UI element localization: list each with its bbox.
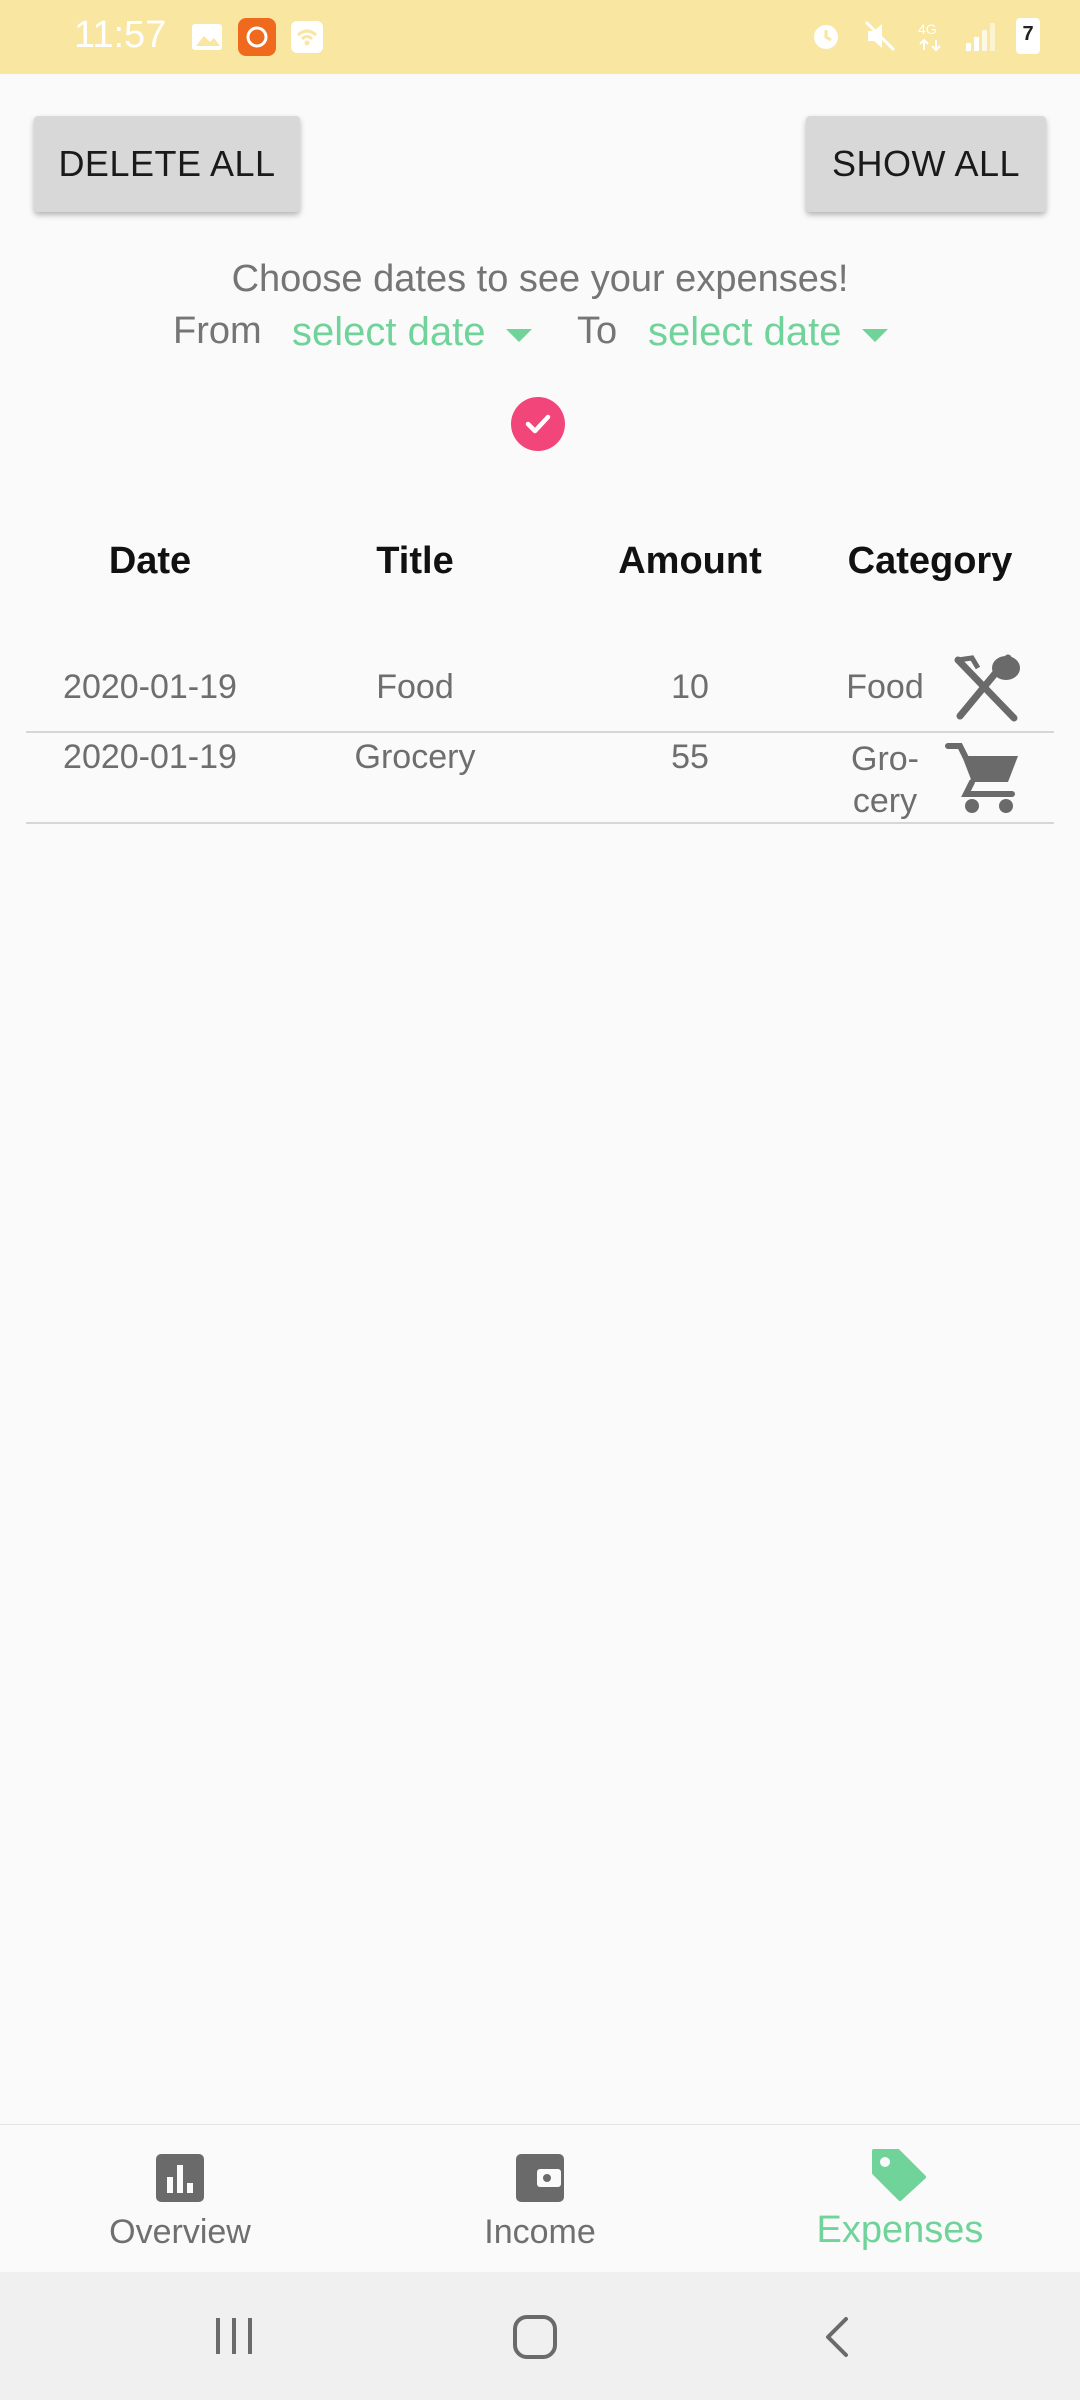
- fork-spoon-icon: [954, 654, 1020, 722]
- wifi-icon: [291, 21, 323, 53]
- chevron-down-icon: [506, 329, 532, 342]
- tag-icon: [872, 2149, 926, 2201]
- from-date-value: select date: [292, 310, 486, 354]
- nav-label-overview: Overview: [109, 2213, 251, 2251]
- wallet-icon: [516, 2154, 564, 2202]
- status-time: 11:57: [74, 14, 167, 56]
- row-category-line2: cery: [852, 782, 918, 820]
- show-all-button[interactable]: SHOW ALL: [806, 116, 1046, 212]
- system-navigation-bar: [0, 2272, 1080, 2400]
- shopping-cart-icon: [945, 743, 1018, 813]
- alarm-icon: [814, 25, 838, 49]
- row-date: 2020-01-19: [63, 668, 237, 706]
- bottom-navigation: Overview Income Expenses: [0, 2124, 1080, 2273]
- row-divider: [26, 731, 1054, 733]
- from-label: From: [173, 310, 262, 352]
- chevron-down-icon: [862, 329, 888, 342]
- svg-text:4G: 4G: [918, 21, 937, 37]
- from-date-dropdown[interactable]: select date: [290, 310, 540, 370]
- image-icon: [192, 24, 222, 50]
- to-date-value: select date: [648, 310, 842, 354]
- battery-icon: 7: [1016, 18, 1040, 54]
- date-filter-prompt: Choose dates to see your expenses!: [231, 258, 849, 300]
- status-bar: 11:57 4G 7: [0, 0, 1080, 74]
- row-title: Grocery: [354, 738, 476, 776]
- row-amount: 55: [671, 738, 709, 776]
- column-header-date: Date: [108, 540, 192, 582]
- delete-all-button[interactable]: DELETE ALL: [34, 116, 300, 212]
- back-icon[interactable]: [820, 2316, 854, 2358]
- row-category: Gro- cery: [830, 738, 940, 822]
- to-date-dropdown[interactable]: select date: [646, 310, 896, 370]
- column-header-title: Title: [376, 540, 454, 582]
- 4g-icon: 4G: [918, 21, 941, 52]
- home-icon[interactable]: [512, 2314, 558, 2360]
- row-category: Food: [830, 668, 940, 707]
- nav-item-overview[interactable]: Overview: [0, 2125, 360, 2273]
- battery-level: 7: [1022, 23, 1034, 45]
- row-date: 2020-01-19: [63, 738, 237, 776]
- row-category-line1: Gro-: [851, 740, 919, 778]
- apply-filter-button[interactable]: [511, 397, 565, 451]
- bar-chart-icon: [156, 2154, 204, 2202]
- app-notification-icon: [238, 18, 276, 56]
- row-amount: 10: [671, 668, 709, 706]
- row-divider: [26, 822, 1054, 824]
- mute-icon: [864, 20, 896, 52]
- check-icon: [525, 414, 551, 434]
- to-label: To: [577, 310, 618, 352]
- nav-item-expenses[interactable]: Expenses: [720, 2125, 1080, 2273]
- nav-label-income: Income: [484, 2213, 596, 2251]
- nav-item-income[interactable]: Income: [360, 2125, 720, 2273]
- recent-apps-icon[interactable]: [212, 2316, 256, 2356]
- row-category-line1: Food: [846, 668, 924, 706]
- date-filter-row: From select date To select date: [0, 310, 1080, 370]
- column-header-category: Category: [847, 540, 1013, 582]
- column-header-amount: Amount: [618, 540, 762, 582]
- row-title: Food: [376, 668, 454, 706]
- signal-icon: [966, 23, 995, 51]
- nav-label-expenses: Expenses: [816, 2209, 984, 2251]
